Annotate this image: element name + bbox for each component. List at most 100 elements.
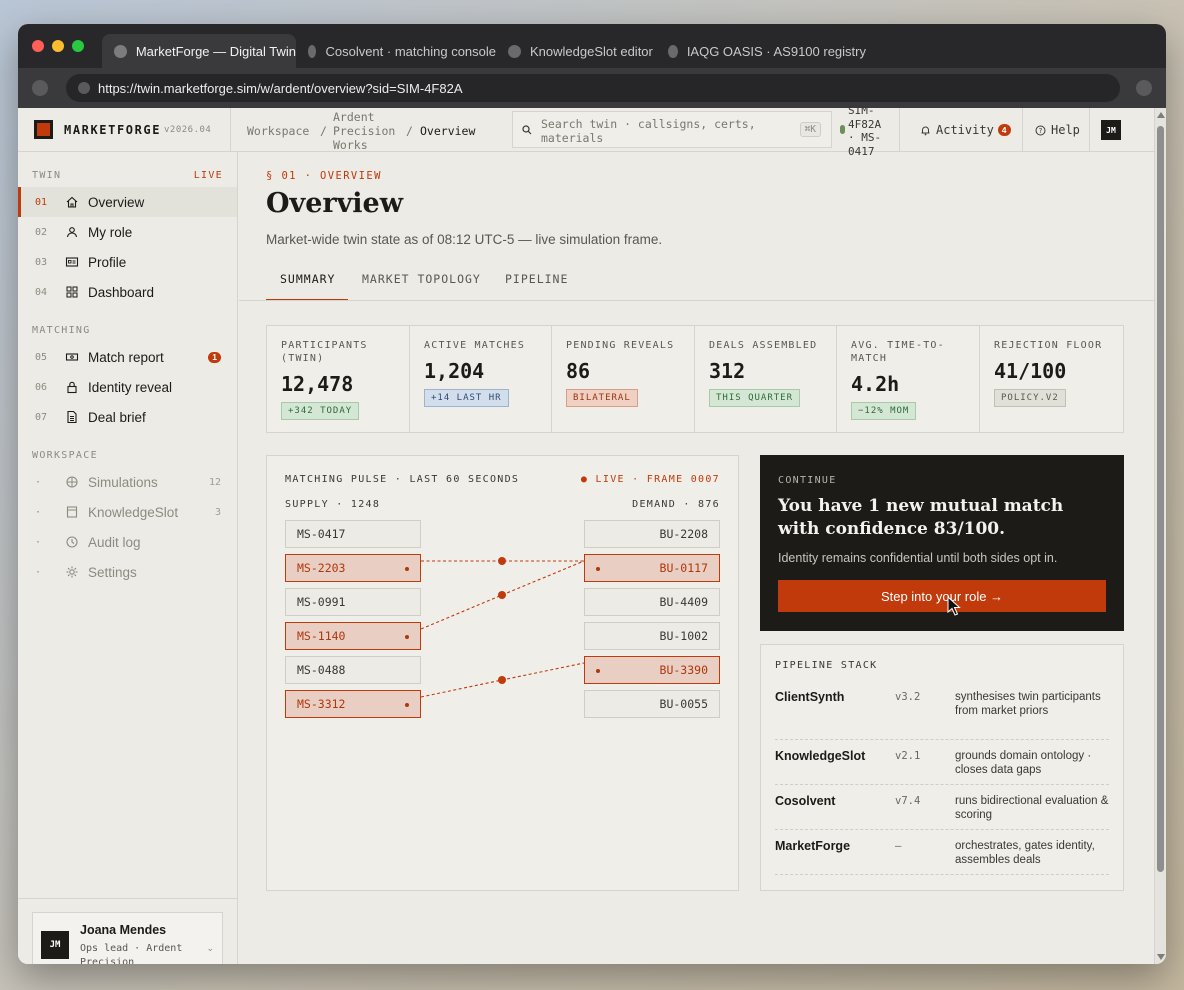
extension-button[interactable] [1136,80,1152,96]
mouse-pointer-icon [947,596,961,616]
match-point [498,557,506,565]
supply-node[interactable]: MS-2203 [285,554,421,582]
stat-label: AVG. TIME-TO-MATCH [851,340,945,364]
breadcrumb-separator: / [320,124,327,138]
browser-tab-strip: MarketForge — Digital Twin Cosolvent · m… [18,24,1166,68]
pipeline-row: Cosolvent v7.4 runs bidirectional evalua… [775,794,1109,830]
sidebar-item-dashboard[interactable]: 04 Dashboard [18,277,237,307]
breadcrumb-org[interactable]: Works [333,138,368,152]
match-dot-icon [596,669,600,673]
demand-node[interactable]: BU-2208 [584,520,720,548]
app-version: v2026.04 [164,125,212,135]
supply-node[interactable]: MS-3312 [285,690,421,718]
pipeline-version: — [895,840,902,852]
tab-market-topology[interactable]: MARKET TOPOLOGY [362,264,481,301]
nav-number: 02 [35,226,48,238]
sidebar-item-profile[interactable]: 03 Profile [18,247,237,277]
search-shortcut: ⌘K [799,122,821,137]
tab-pipeline[interactable]: PIPELINE [505,264,568,301]
match-dot-icon [405,635,409,639]
continue-headline: You have 1 new mutual match with confide… [778,496,1064,539]
site-info-icon[interactable] [78,82,90,94]
supply-node[interactable]: MS-0417 [285,520,421,548]
breadcrumb-org[interactable]: Ardent [333,110,375,124]
divider [239,300,1154,301]
bell-icon [921,126,930,135]
app-topbar: MARKETFORGE v2026.04 Workspace / Ardent … [18,104,1154,158]
demand-node[interactable]: BU-0117 [584,554,720,582]
nav-label: Deal brief [88,409,146,425]
sidebar-item-match-report[interactable]: 05 Match report 1 [18,342,237,372]
node-id: BU-1002 [659,629,708,643]
pipeline-name: KnowledgeSlot [775,749,866,763]
divider [899,108,900,152]
help-button[interactable]: ? Help [1023,108,1089,152]
sidebar-item-my-role[interactable]: 02 My role [18,217,237,247]
nav-label: Settings [88,564,137,580]
demand-node[interactable]: BU-4409 [584,588,720,616]
sidebar-item-overview[interactable]: 01 Overview [18,187,237,217]
browser-tab-cosolvent[interactable]: Cosolvent · matching console [296,34,496,68]
browser-tab-knowledgeslot[interactable]: KnowledgeSlot editor [496,34,656,68]
sidebar-item-settings[interactable]: · Settings [18,557,237,587]
sidebar: TWIN LIVE 01 Overview 02 My role 03 Prof… [18,152,238,964]
page-scrollbar[interactable] [1154,108,1166,964]
pipeline-name: Cosolvent [775,794,836,808]
demand-node[interactable]: BU-0055 [584,690,720,718]
help-icon: ? [1035,125,1046,135]
pipeline-version: v7.4 [895,795,921,807]
session-status-dot-icon [840,125,845,134]
minimize-window-button[interactable] [52,40,64,52]
match-dot-icon [405,567,409,571]
sidebar-item-knowledgeslot[interactable]: · KnowledgeSlot 3 [18,497,237,527]
browser-tab-label: MarketForge — Digital Twin [135,43,296,59]
ticket-icon [65,353,79,361]
nav-number: 03 [35,256,48,268]
sidebar-item-audit-log[interactable]: · Audit log [18,527,237,557]
nav-label: Audit log [88,534,141,550]
lock-icon [67,381,77,394]
user-menu[interactable]: JM Joana Mendes Ops lead · Ardent Precis… [32,912,223,964]
nav-label: Dashboard [88,284,155,300]
demand-node[interactable]: BU-3390 [584,656,720,684]
supply-node[interactable]: MS-0488 [285,656,421,684]
avatar[interactable]: JM [1101,120,1121,140]
sidebar-item-identity-reveal[interactable]: 06 Identity reveal [18,372,237,402]
activity-label: Activity [936,123,994,137]
demand-node[interactable]: BU-1002 [584,622,720,650]
browser-tab-marketforge[interactable]: MarketForge — Digital Twin [102,34,296,68]
breadcrumb-workspace[interactable]: Workspace [247,124,309,138]
scroll-up-icon[interactable] [1157,112,1165,118]
nav-label: My role [88,224,133,240]
sidebar-section-workspace: WORKSPACE [32,450,98,461]
step-into-role-button[interactable]: Step into your role → [778,580,1106,612]
supply-node[interactable]: MS-0991 [285,588,421,616]
stat-pending-reveals: PENDING REVEALS 86 BILATERAL [552,326,695,432]
breadcrumb-org[interactable]: Precision [333,124,395,138]
stat-avg-time-to-match: AVG. TIME-TO-MATCH 4.2h −12% MOM [837,326,980,432]
sidebar-item-deal-brief[interactable]: 07 Deal brief [18,402,237,432]
main-content: § 01 · OVERVIEW Overview Market-wide twi… [239,152,1154,964]
url-field[interactable]: https://twin.marketforge.sim/w/ardent/ov… [66,74,1120,102]
scrollbar-thumb[interactable] [1157,126,1164,872]
activity-button[interactable]: Activity 4 [910,108,1022,152]
stat-value: 312 [709,359,746,383]
sidebar-section-matching: MATCHING [32,325,91,336]
match-link [420,662,585,698]
close-window-button[interactable] [32,40,44,52]
address-bar: https://twin.marketforge.sim/w/ardent/ov… [18,68,1166,108]
back-button[interactable] [32,80,48,96]
supply-node[interactable]: MS-1140 [285,622,421,650]
maximize-window-button[interactable] [72,40,84,52]
node-id: BU-2208 [659,527,708,541]
browser-tab-iaqg[interactable]: IAQG OASIS · AS9100 registry [656,34,866,68]
book-icon [66,506,78,518]
pipeline-stack-panel: PIPELINE STACK ClientSynth v3.2 synthesi… [760,644,1124,891]
scroll-down-icon[interactable] [1157,954,1165,960]
stat-label: REJECTION FLOOR [994,340,1103,351]
brand-name: MARKETFORGE [64,123,162,137]
divider [230,108,231,152]
search-input[interactable]: Search twin · callsigns, certs, material… [512,111,832,148]
sidebar-item-simulations[interactable]: · Simulations 12 [18,467,237,497]
tab-summary[interactable]: SUMMARY [266,264,348,301]
